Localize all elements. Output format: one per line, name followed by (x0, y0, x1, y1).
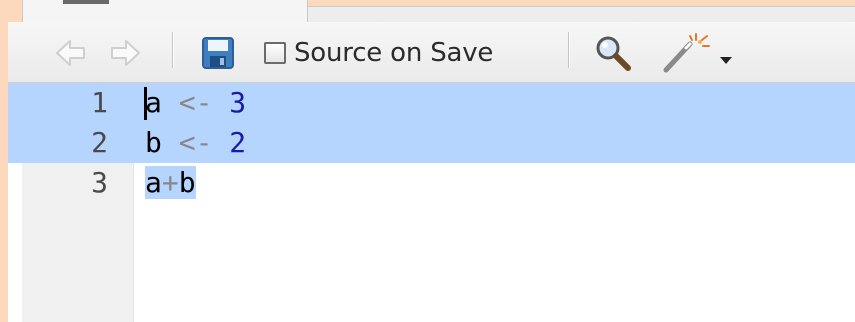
tab-strip-background (308, 6, 855, 23)
source-editor-pane: Source on Save 1 a <- 3 2 b <- 2 3 a+b (8, 0, 855, 322)
magnifier-icon (596, 36, 631, 71)
code-text: a <- 3 (145, 86, 247, 119)
toolbar-separator (172, 32, 173, 68)
caret-down-icon[interactable] (720, 50, 732, 69)
code-text: a+b (145, 166, 196, 199)
line-number: 2 (91, 126, 108, 159)
editor-tab-strip (8, 0, 855, 23)
code-tools-button[interactable] (660, 30, 712, 76)
code-line[interactable]: 1 a <- 3 (8, 83, 855, 123)
editor-toolbar: Source on Save (8, 22, 855, 83)
toolbar-separator (568, 32, 569, 68)
line-number: 3 (91, 166, 108, 199)
back-arrow-icon[interactable] (54, 36, 88, 70)
tab-close-edge (63, 0, 109, 4)
find-button[interactable] (592, 32, 634, 74)
code-line[interactable]: 3 a+b (8, 163, 855, 203)
save-button[interactable] (200, 34, 236, 72)
magic-wand-icon (663, 33, 710, 73)
line-number: 1 (91, 86, 108, 119)
source-on-save-checkbox[interactable] (264, 42, 286, 64)
forward-arrow-icon[interactable] (108, 36, 142, 70)
source-on-save-label: Source on Save (294, 38, 494, 68)
code-text: b <- 2 (145, 126, 247, 159)
code-line[interactable]: 2 b <- 2 (8, 123, 855, 163)
text-cursor (144, 87, 147, 120)
floppy-disk-icon (202, 37, 234, 69)
code-editor[interactable]: 1 a <- 3 2 b <- 2 3 a+b (8, 83, 855, 322)
source-on-save-toggle[interactable]: Source on Save (264, 35, 493, 71)
editor-tab[interactable] (22, 0, 308, 22)
